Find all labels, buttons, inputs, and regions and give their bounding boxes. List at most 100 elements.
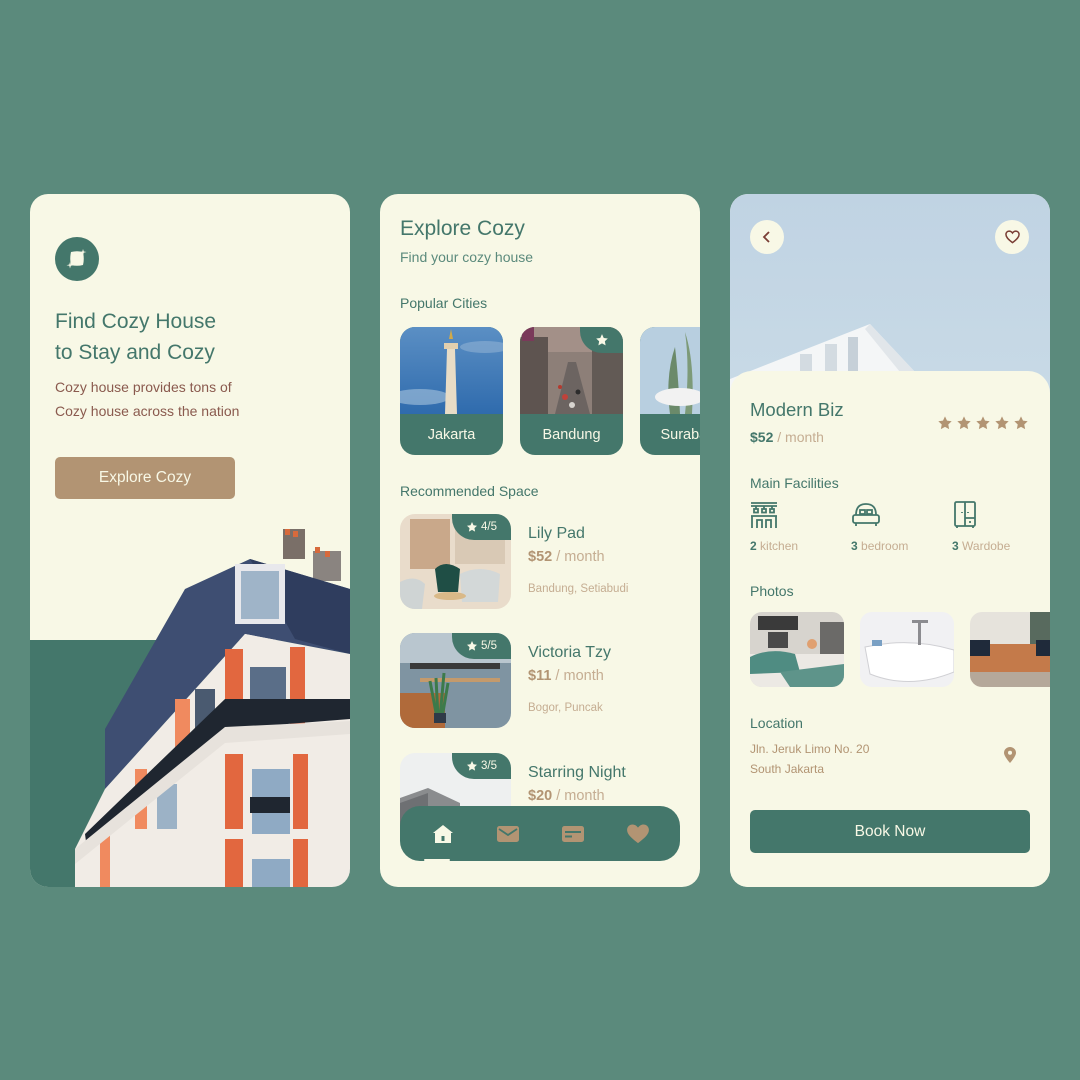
property-price: $52 / month	[750, 429, 824, 445]
back-button[interactable]	[750, 220, 784, 254]
facility-label: 3 Wardobe	[952, 539, 1050, 553]
onboarding-screen: Find Cozy House to Stay and Cozy Cozy ho…	[30, 194, 350, 887]
star-icon	[957, 416, 971, 430]
favorite-button[interactable]	[995, 220, 1029, 254]
price-period: / month	[552, 549, 605, 565]
rating-badge: 3/5	[452, 753, 511, 779]
facility-kitchen: 2 kitchen	[750, 501, 851, 553]
space-name: Starring Night	[528, 764, 626, 781]
rating-value: 3/5	[481, 760, 497, 772]
photo-bedroom[interactable]	[750, 612, 844, 687]
title-line-2: to Stay and Cozy	[55, 341, 215, 364]
page-title: Explore Cozy	[400, 217, 525, 240]
recommended-label: Recommended Space	[400, 483, 539, 499]
city-name: Bandung	[542, 426, 601, 443]
popular-cities-label: Popular Cities	[400, 295, 488, 311]
price-amount: $52	[750, 429, 774, 445]
star-icon	[1014, 416, 1028, 430]
map-pin-button[interactable]	[1004, 747, 1016, 768]
building-illustration	[75, 529, 350, 887]
active-tab-indicator	[424, 859, 450, 861]
space-item-victoria-tzy[interactable]: 5/5 Victoria Tzy $11 / month Bogor, Punc…	[400, 633, 680, 728]
bathtub-photo	[860, 612, 954, 687]
book-now-button[interactable]: Book Now	[750, 810, 1030, 853]
city-name: Jakarta	[427, 426, 476, 443]
address-line-1: Jln. Jeruk Limo No. 20	[750, 742, 870, 756]
wardrobe-icon	[954, 501, 976, 528]
onboarding-title: Find Cozy House to Stay and Cozy	[55, 306, 335, 368]
title-line-1: Find Cozy House	[55, 310, 217, 333]
facility-wardrobe: 3 Wardobe	[952, 501, 1050, 553]
price-amount: $11	[528, 668, 552, 684]
app-logo	[55, 237, 99, 281]
price-period: / month	[552, 788, 605, 804]
photo-bathroom[interactable]	[860, 612, 954, 687]
city-card-bandung[interactable]: Bandung	[520, 327, 623, 455]
explore-screen: Explore Cozy Find your cozy house Popula…	[380, 194, 700, 887]
mail-icon	[496, 825, 519, 842]
sparkle-square-logo-icon	[66, 249, 87, 269]
location-label: Location	[750, 715, 803, 731]
star-icon	[467, 761, 477, 771]
nav-home[interactable]	[423, 814, 463, 854]
space-location: Bogor, Puncak	[528, 702, 603, 714]
city-name: Surabaya	[660, 426, 700, 443]
space-name: Lily Pad	[528, 525, 585, 542]
rating-value: 5/5	[481, 640, 497, 652]
jakarta-photo	[400, 327, 503, 414]
space-thumbnail: 5/5	[400, 633, 511, 728]
bedroom-photo	[750, 612, 844, 687]
main-facilities-label: Main Facilities	[750, 475, 839, 491]
space-price: $11 / month	[528, 668, 604, 684]
price-amount: $20	[528, 788, 553, 804]
page-subtitle: Find your cozy house	[400, 249, 534, 265]
facility-bedroom: 3 bedroom	[851, 501, 952, 553]
nav-favorites[interactable]	[618, 814, 658, 854]
rating-badge: 5/5	[452, 633, 511, 659]
chevron-left-icon	[762, 231, 770, 243]
space-name: Victoria Tzy	[528, 644, 611, 661]
photo-gallery	[750, 612, 1050, 687]
city-card-jakarta[interactable]: Jakarta	[400, 327, 503, 455]
price-amount: $52	[528, 549, 553, 565]
kitchen-icon	[751, 502, 777, 528]
rating-stars	[937, 415, 1029, 431]
property-name: Modern Biz	[750, 399, 844, 420]
facilities-list: 2 kitchen 3 bedroom 3 Wardobe	[750, 501, 1050, 553]
detail-screen: Modern Biz $52 / month Main Facilities 2…	[730, 194, 1050, 887]
space-item-lily-pad[interactable]: 4/5 Lily Pad $52 / month Bandung, Setiab…	[400, 514, 680, 609]
facility-name: Wardobe	[958, 539, 1011, 553]
photos-label: Photos	[750, 583, 794, 599]
explore-cozy-button[interactable]: Explore Cozy	[55, 457, 235, 499]
space-price: $20 / month	[528, 788, 605, 804]
bed-icon	[852, 503, 880, 526]
facility-label: 2 kitchen	[750, 539, 851, 553]
star-icon	[467, 641, 477, 651]
heart-icon	[626, 823, 649, 843]
price-period: / month	[773, 429, 824, 445]
nav-messages[interactable]	[488, 814, 528, 854]
home-icon	[432, 824, 453, 843]
onboarding-description: Cozy house provides tons of Cozy house a…	[55, 375, 335, 423]
nav-payments[interactable]	[553, 814, 593, 854]
photo-living-room[interactable]	[970, 612, 1050, 687]
heart-outline-icon	[1004, 230, 1020, 244]
star-icon	[976, 416, 990, 430]
space-thumbnail: 4/5	[400, 514, 511, 609]
price-period: / month	[551, 668, 604, 684]
facility-count: 2	[750, 539, 757, 553]
living-room-photo	[970, 612, 1050, 687]
space-location: Bandung, Setiabudi	[528, 583, 629, 595]
facility-label: 3 bedroom	[851, 539, 952, 553]
address-line-2: South Jakarta	[750, 762, 825, 776]
facility-count: 3	[851, 539, 858, 553]
rating-badge: 4/5	[452, 514, 511, 540]
star-icon	[995, 416, 1009, 430]
map-pin-icon	[1004, 747, 1016, 763]
surabaya-photo	[640, 327, 700, 414]
city-card-surabaya[interactable]: Surabaya	[640, 327, 700, 455]
facility-name: bedroom	[857, 539, 909, 553]
card-icon	[561, 825, 584, 842]
description-line-1: Cozy house provides tons of	[55, 379, 232, 395]
bottom-navigation	[400, 806, 680, 861]
